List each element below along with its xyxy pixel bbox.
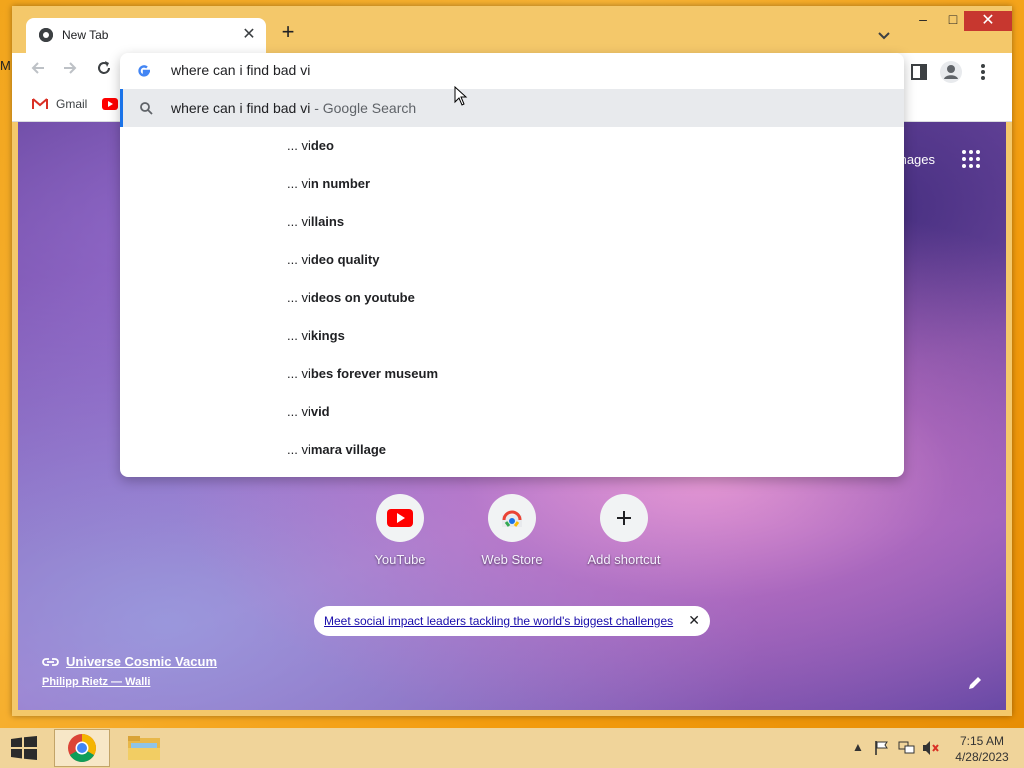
suggestion-item[interactable]: ... videos on youtube [120,279,904,317]
suggestion-completion: kings [310,328,345,343]
address-bar-input[interactable] [171,62,871,78]
search-icon [140,102,153,115]
volume-muted-icon[interactable] [922,740,940,756]
taskbar: ▲ 7:15 AM 4/28/2023 [0,728,1024,768]
chevron-down-icon[interactable] [874,26,894,46]
forward-button[interactable] [58,59,82,83]
background-author-link[interactable]: Philipp Rietz — Walli [42,676,150,688]
suggestion-suffix: - Google Search [310,100,417,116]
taskbar-clock[interactable]: 7:15 AM 4/28/2023 [950,733,1014,765]
suggestion-item[interactable]: ... vikings [120,317,904,355]
suggestion-completion: mara vi [310,442,357,457]
webstore-icon [502,510,522,527]
folder-icon [128,736,160,760]
youtube-icon [387,509,413,527]
suggestion-completion: deos on youtube [310,290,415,305]
person-icon [944,65,958,79]
minimize-button[interactable]: – [908,11,938,33]
suggestion-item[interactable]: ... villains [120,203,904,241]
side-panel-icon[interactable] [910,61,928,83]
omnibox-dropdown: where can i find bad vi - Google Search … [120,53,904,477]
suggestion-item[interactable]: ... video [120,127,904,165]
suggestion-prefix: ... vi [287,176,311,191]
suggestion-completion: bes forever museum [310,366,439,381]
pencil-icon[interactable] [966,674,984,692]
new-tab-button[interactable]: + [276,20,300,44]
suggestion-item[interactable]: ... vibes forever museum [120,355,904,393]
back-button[interactable] [26,59,50,83]
clock-date: 4/28/2023 [955,750,1009,764]
mouse-cursor-icon [454,86,468,106]
suggestion-google-search[interactable]: where can i find bad vi - Google Search [120,89,904,127]
reload-button[interactable] [92,59,116,83]
flag-icon[interactable] [874,740,890,756]
tab-new-tab[interactable]: New Tab ✕ [26,18,266,53]
background-title-link[interactable]: Universe Cosmic Vacum [66,654,217,669]
windows-start-icon[interactable] [10,736,38,760]
taskbar-chrome-button[interactable] [54,729,110,767]
promo-banner: Meet social impact leaders tackling the … [314,606,710,636]
youtube-bookmark-icon[interactable] [102,98,118,110]
suggestion-item[interactable]: ... vin number [120,165,904,203]
profile-avatar[interactable] [940,61,962,83]
suggestion-prefix: ... vi [287,442,311,457]
suggestion-prefix: ... vi [287,214,311,229]
suggestion-prefix: ... vi [287,252,311,267]
chrome-favicon-icon [39,28,53,42]
omnibox-input-row [120,53,904,89]
promo-close-icon[interactable]: ✕ [688,612,700,629]
desktop-edge-text: M [0,58,11,73]
shortcut-label: YouTube [374,552,426,567]
arrow-left-icon [31,62,44,74]
suggestion-completion: deo [310,138,334,153]
taskbar-file-explorer-button[interactable] [120,729,168,767]
suggestion-query-text: where can i find bad vi [171,100,311,116]
title-bar: New Tab ✕ + – □ ✕ [12,6,1012,53]
shortcut-add[interactable]: Add shortcut [574,494,674,567]
suggestion-prefix: ... vi [287,290,311,305]
reload-icon [98,61,110,74]
tab-title: New Tab [62,28,109,42]
plus-icon [617,511,631,525]
suggestion-prefix: ... vi [287,366,311,381]
tab-close-icon[interactable]: ✕ [241,24,257,44]
chevron-up-icon[interactable]: ▲ [852,740,864,754]
suggestion-tail: llage [356,442,387,457]
shortcut-label: Web Store [481,552,543,567]
promo-link[interactable]: Meet social impact leaders tackling the … [324,614,673,628]
close-window-button[interactable]: ✕ [964,11,1012,31]
shortcut-youtube[interactable]: YouTube [350,494,450,567]
gmail-icon [32,98,48,110]
suggestion-prefix: ... vi [287,328,311,343]
google-apps-icon[interactable] [962,150,980,168]
clock-time: 7:15 AM [959,734,1005,748]
suggestion-item[interactable]: ... vimara village [120,431,904,469]
arrow-right-icon [64,62,77,74]
suggestion-prefix: ... vi [287,138,311,153]
suggestion-item[interactable]: ... video quality [120,241,904,279]
google-g-icon [138,65,151,77]
link-icon [42,658,59,666]
shortcut-label: Add shortcut [587,552,661,567]
suggestion-completion: vid [310,404,330,419]
shortcut-web-store[interactable]: Web Store [462,494,562,567]
chrome-icon [68,734,96,762]
bookmark-gmail[interactable]: Gmail [56,97,87,111]
suggestion-completion: llains [310,214,345,229]
suggestion-completion: deo quality [310,252,380,267]
suggestion-prefix: ... vi [287,404,311,419]
network-icon[interactable] [898,740,916,756]
suggestion-item[interactable]: ... vivid [120,393,904,431]
menu-dots-icon[interactable] [978,61,988,83]
suggestion-completion: n number [310,176,371,191]
